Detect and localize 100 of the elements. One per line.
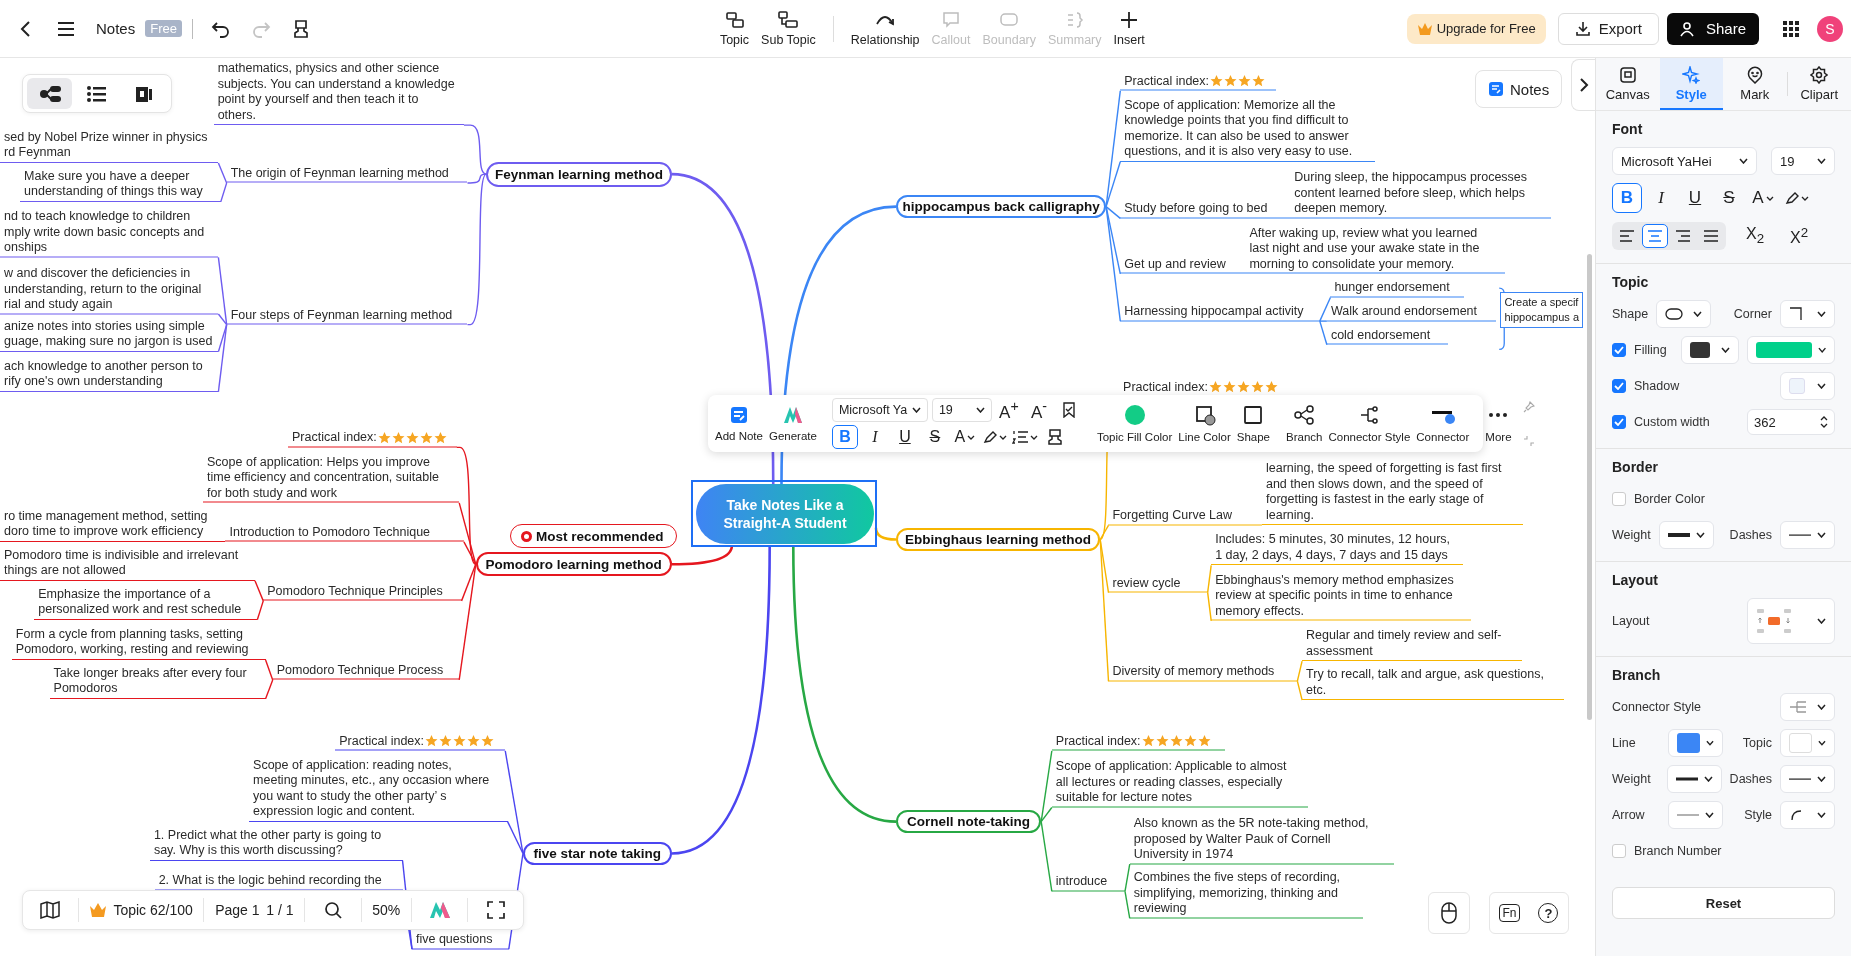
subtopic[interactable]: sed by Nobel Prize winner in physics rd Feynman — [0, 129, 219, 163]
panel-tab[interactable]: Canvas — [1596, 58, 1660, 110]
shape-dropdown[interactable] — [1656, 300, 1712, 328]
checkbox[interactable] — [1612, 844, 1626, 858]
align-button[interactable] — [1642, 224, 1668, 248]
subtopic[interactable]: Practical index: — [335, 733, 506, 751]
toolbar-button[interactable]: Connector — [1415, 398, 1471, 449]
toolbar-button[interactable]: Sub Topic — [758, 10, 819, 47]
branch-topic[interactable]: five star note taking — [522, 841, 672, 866]
color-dropdown[interactable] — [1747, 336, 1835, 364]
subscript-button[interactable]: X$_{2}$ — [1740, 221, 1770, 251]
panel-tab[interactable]: Clipart — [1787, 58, 1851, 110]
subtopic[interactable]: five questions — [412, 931, 509, 950]
dashes-dropdown[interactable] — [1780, 521, 1835, 549]
subtopic[interactable]: During sleep, the hippocampus processes content learned before sleep, which helps deepen memory. — [1290, 169, 1552, 219]
subtopic[interactable]: Diversity of memory methods — [1108, 663, 1298, 682]
increase-font-button[interactable]: A$^{+}$ — [995, 398, 1022, 422]
subtopic[interactable]: Also known as the 5R note-taking method, proposed by Walter Pauk of Cornell University in 1974 — [1129, 815, 1395, 865]
format-button[interactable]: S — [1714, 183, 1744, 213]
font-color-button[interactable]: A — [1748, 183, 1778, 213]
format-button[interactable]: I — [861, 425, 888, 449]
subtopic[interactable]: Harnessing hippocampal activity — [1120, 303, 1320, 322]
subtopic[interactable]: Study before going to bed — [1120, 200, 1291, 219]
shortcut-button[interactable]: Fn — [1499, 904, 1520, 922]
subtopic[interactable]: ro time management method, setting doro time to improve work efficiency — [0, 508, 226, 542]
color-dropdown[interactable] — [1681, 336, 1739, 364]
format-button[interactable]: I — [1646, 183, 1676, 213]
subtopic[interactable]: Includes: 5 minutes, 30 minutes, 12 hours, 1 day, 2 days, 4 days, 7 days and 15 days — [1211, 532, 1463, 566]
subtopic[interactable]: cold endorsement — [1326, 327, 1449, 345]
branch-topic[interactable]: Pomodoro learning method — [475, 552, 672, 577]
toolbar-button[interactable]: Add Note — [714, 398, 764, 449]
format-button[interactable]: B — [831, 425, 858, 449]
toolbar-button[interactable]: Connector Style — [1327, 398, 1412, 449]
branch-topic[interactable]: Feynman learning method — [486, 161, 672, 187]
panel-tab[interactable]: Mark — [1723, 58, 1787, 110]
scrollbar[interactable] — [1587, 254, 1592, 720]
subtopic[interactable]: anize notes into stories using simple guage, making sure no jargon is used — [0, 318, 219, 352]
color-dropdown[interactable] — [1780, 372, 1835, 400]
zoom-level[interactable]: 50% — [372, 902, 401, 918]
collapse-panel-button[interactable] — [1571, 59, 1595, 111]
reset-button[interactable]: Reset — [1612, 887, 1835, 919]
subtopic[interactable]: introduce — [1051, 873, 1125, 892]
toolbar-button[interactable]: Relationship — [847, 10, 923, 47]
checkbox[interactable] — [1612, 415, 1626, 429]
decrease-font-button[interactable]: A$^{-}$ — [1025, 398, 1052, 422]
layout-dropdown[interactable] — [1747, 598, 1835, 644]
subtopic[interactable]: hunger endorsement — [1330, 280, 1464, 298]
subtopic[interactable]: Introduction to Pomodoro Technique — [225, 524, 464, 542]
toolbar-button[interactable]: Topic — [716, 10, 753, 47]
subtopic[interactable]: Form a cycle from planning tasks, setting Pomodoro, working, resting and reviewing — [11, 626, 266, 660]
subtopic[interactable]: Practical index: — [288, 429, 457, 448]
checkbox[interactable] — [1612, 343, 1626, 357]
format-button[interactable]: S — [921, 425, 948, 449]
font-color-button[interactable]: A — [951, 425, 978, 449]
subtopic[interactable]: Scope of application: Applicable to almost all lectures or reading classes, especially suitable for lecture notes — [1051, 758, 1308, 808]
subtopic[interactable]: Combines the five steps of recording, simplifying, memorizing, thinking and reviewing — [1129, 869, 1364, 919]
subtopic[interactable]: Scope of application: reading notes, meeting minutes, etc., any occasion where you want to study the other party’ s expression logic and content. — [249, 757, 508, 822]
checkbox[interactable] — [1612, 492, 1626, 506]
subtopic[interactable]: The origin of Feynman learning method — [226, 165, 468, 183]
subtopic[interactable]: Get up and review — [1120, 256, 1246, 274]
weight-dropdown[interactable] — [1666, 765, 1722, 793]
user-avatar[interactable]: S — [1817, 15, 1843, 42]
branch-topic[interactable]: Cornell note-taking — [896, 809, 1042, 834]
summary-topic[interactable]: Create a specif hippocampus a — [1500, 291, 1583, 328]
subtopic[interactable]: 1. Predict what the other party is going to say. Why is this worth discussing? — [149, 827, 403, 861]
subtopic[interactable]: Try to recall, talk and argue, ask questions, etc. — [1302, 667, 1565, 701]
font-size-dropdown[interactable]: 19 — [1771, 147, 1835, 175]
line-style-dropdown[interactable] — [1780, 801, 1835, 829]
subtopic[interactable]: Pomodoro Technique Principles — [263, 583, 462, 601]
toolbar-button[interactable]: Topic Fill Color — [1095, 398, 1174, 449]
upgrade-button[interactable]: Upgrade for Free — [1406, 13, 1546, 44]
dashes-dropdown[interactable] — [1780, 765, 1835, 793]
subtopic[interactable]: mathematics, physics and other science subjects. You can understand a knowledge point by yourself and then teach it to others. — [213, 61, 464, 126]
toolbar-button[interactable]: Branch — [1285, 398, 1324, 449]
panel-tab[interactable]: Style — [1659, 58, 1723, 110]
checkbox[interactable] — [1612, 379, 1626, 393]
subtopic[interactable]: Take longer breaks after every four Pomodoros — [49, 665, 266, 699]
subtopic[interactable]: nd to teach knowledge to children mply write down basic concepts and onships — [0, 208, 219, 258]
font-size-dropdown[interactable]: 19 — [931, 398, 992, 422]
branch-topic[interactable]: Ebbinghaus learning method — [896, 527, 1101, 552]
format-button[interactable]: U — [891, 425, 918, 449]
notes-button[interactable]: Notes — [1475, 70, 1563, 108]
format-button[interactable]: B — [1612, 183, 1642, 213]
share-button[interactable]: Share — [1667, 12, 1759, 45]
subtopic[interactable]: Scope of application: Memorize all the knowledge points that you find difficult to memorize. It can also be used to answer questions, and it is also very easy to use. — [1120, 97, 1376, 162]
toolbar-button[interactable]: Generate — [767, 398, 818, 449]
toolbar-button[interactable]: Shape — [1235, 398, 1271, 449]
subtopic[interactable]: Pomodoro time is indivisible and irrelevant things are not allowed — [0, 547, 255, 581]
mouse-mode-button[interactable] — [1428, 892, 1470, 934]
subtopic[interactable]: w and discover the deficiencies in understanding, return to the original rial and study again — [0, 265, 219, 314]
subtopic[interactable]: Four steps of Feynman learning method — [226, 307, 468, 325]
subtopic[interactable]: Scope of application: Helps you improve time efficiency and concentration, suitable for both study and work — [203, 454, 460, 503]
subtopic[interactable]: Pomodoro Technique Process — [272, 662, 460, 680]
subtopic[interactable]: learning, the speed of forgetting is fast first and then slows down, and the speed of forgetting is fastest in the early stage of learning. — [1261, 461, 1523, 526]
color-dropdown[interactable] — [1780, 729, 1835, 757]
subtopic[interactable]: Regular and timely review and self- assessment — [1302, 628, 1522, 662]
recommend-label[interactable]: Most recommended — [509, 524, 677, 549]
format-button[interactable]: U — [1680, 183, 1710, 213]
subtopic[interactable]: Walk around endorsement — [1326, 303, 1496, 322]
subtopic[interactable]: Practical index: — [1120, 73, 1277, 91]
